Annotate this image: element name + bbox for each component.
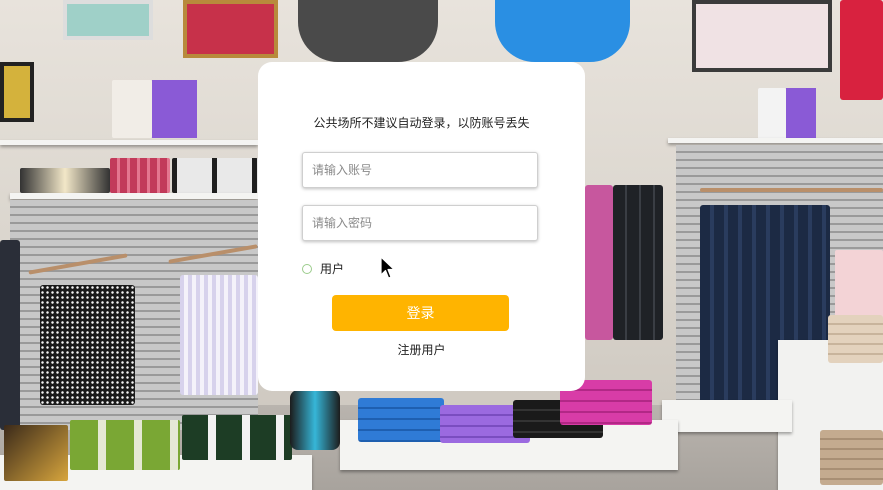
security-notice: 公共场所不建议自动登录，以防账号丢失 bbox=[313, 116, 530, 130]
mannequin-blue bbox=[495, 0, 630, 62]
black-jackets bbox=[613, 185, 663, 340]
blue-shirts bbox=[358, 398, 444, 442]
middle-shelf-left bbox=[10, 193, 258, 199]
white-ball-boxes bbox=[182, 415, 292, 460]
role-option[interactable]: 用户 bbox=[302, 260, 344, 277]
user-role-radio[interactable] bbox=[302, 263, 312, 274]
golf-ball-boxes-top bbox=[20, 168, 110, 193]
mouse-pointer-icon bbox=[380, 256, 396, 284]
dotted-skirts bbox=[40, 285, 135, 405]
user-role-label: 用户 bbox=[320, 262, 345, 276]
framed-photo-small bbox=[0, 62, 34, 122]
dark-jacket-left bbox=[0, 240, 20, 430]
framed-photo-golf bbox=[63, 0, 153, 40]
beige-sweaters bbox=[828, 315, 883, 363]
pink-jackets bbox=[585, 185, 613, 340]
skirt-photo bbox=[112, 80, 152, 138]
account-input[interactable] bbox=[302, 152, 538, 188]
sale-poster-left bbox=[152, 80, 197, 138]
top-shelf-left bbox=[0, 140, 258, 145]
framed-photo-golfer bbox=[183, 0, 278, 58]
green-ball-boxes bbox=[70, 420, 180, 470]
sale-poster-right bbox=[786, 88, 816, 140]
pink-items bbox=[110, 158, 170, 193]
jeans-photo bbox=[758, 88, 786, 140]
mannequin-red bbox=[840, 0, 883, 100]
golf-ball-boxes-bottom bbox=[4, 425, 68, 481]
login-dialog: 公共场所不建议自动登录，以防账号丢失 用户 登录 注册用户 bbox=[258, 62, 585, 391]
top-shelf-right bbox=[668, 138, 883, 143]
golf-bag bbox=[290, 390, 340, 450]
beige-sweaters-lower bbox=[820, 430, 883, 485]
framed-photo-right bbox=[692, 0, 832, 72]
plaid-skirts bbox=[180, 275, 258, 395]
password-input[interactable] bbox=[302, 205, 538, 241]
right-floor-base bbox=[662, 400, 792, 432]
mannequin-gray bbox=[298, 0, 438, 62]
hanger-right bbox=[700, 188, 883, 192]
register-link[interactable]: 注册用户 bbox=[258, 341, 585, 358]
ball-packs bbox=[172, 158, 258, 193]
login-button[interactable]: 登录 bbox=[332, 295, 509, 331]
